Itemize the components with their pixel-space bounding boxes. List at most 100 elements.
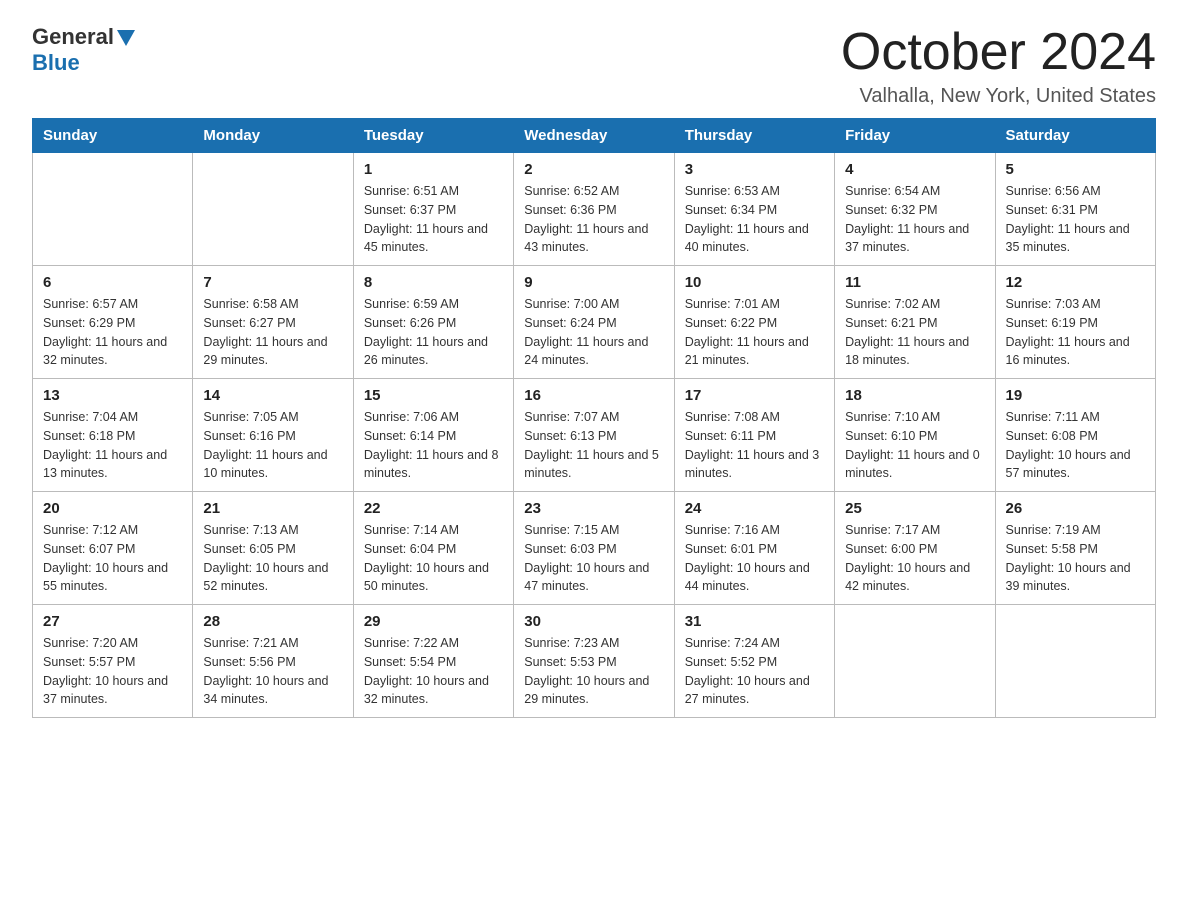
day-number: 31 bbox=[685, 613, 824, 630]
weekday-header-monday: Monday bbox=[193, 119, 353, 153]
weekday-header-friday: Friday bbox=[835, 119, 995, 153]
day-info: Sunrise: 6:58 AMSunset: 6:27 PMDaylight:… bbox=[203, 295, 342, 370]
day-info: Sunrise: 7:20 AMSunset: 5:57 PMDaylight:… bbox=[43, 634, 182, 709]
weekday-header-saturday: Saturday bbox=[995, 119, 1155, 153]
day-info: Sunrise: 7:21 AMSunset: 5:56 PMDaylight:… bbox=[203, 634, 342, 709]
calendar-cell: 8 Sunrise: 6:59 AMSunset: 6:26 PMDaylight… bbox=[353, 266, 513, 379]
logo-arrow-icon bbox=[117, 30, 135, 46]
day-info: Sunrise: 7:22 AMSunset: 5:54 PMDaylight:… bbox=[364, 634, 503, 709]
day-number: 20 bbox=[43, 500, 182, 517]
calendar-cell: 18 Sunrise: 7:10 AMSunset: 6:10 PMDayligh… bbox=[835, 379, 995, 492]
day-info: Sunrise: 7:14 AMSunset: 6:04 PMDaylight:… bbox=[364, 521, 503, 596]
page-subtitle: Valhalla, New York, United States bbox=[841, 85, 1156, 108]
day-info: Sunrise: 6:59 AMSunset: 6:26 PMDaylight:… bbox=[364, 295, 503, 370]
day-info: Sunrise: 7:10 AMSunset: 6:10 PMDaylight:… bbox=[845, 408, 984, 483]
day-info: Sunrise: 7:11 AMSunset: 6:08 PMDaylight:… bbox=[1006, 408, 1145, 483]
page-header: General Blue October 2024 Valhalla, New … bbox=[32, 24, 1156, 108]
day-number: 26 bbox=[1006, 500, 1145, 517]
day-number: 19 bbox=[1006, 387, 1145, 404]
logo-blue-text: Blue bbox=[32, 50, 80, 75]
day-number: 3 bbox=[685, 161, 824, 178]
day-info: Sunrise: 7:00 AMSunset: 6:24 PMDaylight:… bbox=[524, 295, 663, 370]
day-number: 14 bbox=[203, 387, 342, 404]
day-number: 25 bbox=[845, 500, 984, 517]
day-number: 4 bbox=[845, 161, 984, 178]
calendar-week-3: 13 Sunrise: 7:04 AMSunset: 6:18 PMDayligh… bbox=[33, 379, 1156, 492]
day-number: 5 bbox=[1006, 161, 1145, 178]
day-number: 10 bbox=[685, 274, 824, 291]
day-info: Sunrise: 7:05 AMSunset: 6:16 PMDaylight:… bbox=[203, 408, 342, 483]
day-info: Sunrise: 7:03 AMSunset: 6:19 PMDaylight:… bbox=[1006, 295, 1145, 370]
day-info: Sunrise: 7:13 AMSunset: 6:05 PMDaylight:… bbox=[203, 521, 342, 596]
day-number: 30 bbox=[524, 613, 663, 630]
weekday-header-thursday: Thursday bbox=[674, 119, 834, 153]
calendar-cell: 17 Sunrise: 7:08 AMSunset: 6:11 PMDayligh… bbox=[674, 379, 834, 492]
day-info: Sunrise: 6:52 AMSunset: 6:36 PMDaylight:… bbox=[524, 182, 663, 257]
day-info: Sunrise: 6:54 AMSunset: 6:32 PMDaylight:… bbox=[845, 182, 984, 257]
calendar-cell: 4 Sunrise: 6:54 AMSunset: 6:32 PMDaylight… bbox=[835, 153, 995, 266]
day-number: 13 bbox=[43, 387, 182, 404]
day-number: 16 bbox=[524, 387, 663, 404]
calendar-cell: 29Sunrise: 7:22 AMSunset: 5:54 PMDayligh… bbox=[353, 605, 513, 718]
day-info: Sunrise: 6:53 AMSunset: 6:34 PMDaylight:… bbox=[685, 182, 824, 257]
day-number: 18 bbox=[845, 387, 984, 404]
day-info: Sunrise: 7:12 AMSunset: 6:07 PMDaylight:… bbox=[43, 521, 182, 596]
calendar-cell: 2Sunrise: 6:52 AMSunset: 6:36 PMDaylight… bbox=[514, 153, 674, 266]
day-number: 12 bbox=[1006, 274, 1145, 291]
logo: General Blue bbox=[32, 24, 135, 76]
weekday-header-row: SundayMondayTuesdayWednesdayThursdayFrid… bbox=[33, 119, 1156, 153]
logo-general-text: General bbox=[32, 24, 114, 50]
day-info: Sunrise: 7:16 AMSunset: 6:01 PMDaylight:… bbox=[685, 521, 824, 596]
day-info: Sunrise: 7:23 AMSunset: 5:53 PMDaylight:… bbox=[524, 634, 663, 709]
calendar-cell: 22 Sunrise: 7:14 AMSunset: 6:04 PMDayligh… bbox=[353, 492, 513, 605]
calendar-cell: 16 Sunrise: 7:07 AMSunset: 6:13 PMDayligh… bbox=[514, 379, 674, 492]
day-info: Sunrise: 7:04 AMSunset: 6:18 PMDaylight:… bbox=[43, 408, 182, 483]
day-number: 1 bbox=[364, 161, 503, 178]
day-info: Sunrise: 7:06 AMSunset: 6:14 PMDaylight:… bbox=[364, 408, 503, 483]
day-info: Sunrise: 7:17 AMSunset: 6:00 PMDaylight:… bbox=[845, 521, 984, 596]
calendar-week-2: 6Sunrise: 6:57 AMSunset: 6:29 PMDaylight… bbox=[33, 266, 1156, 379]
weekday-header-wednesday: Wednesday bbox=[514, 119, 674, 153]
day-info: Sunrise: 7:08 AMSunset: 6:11 PMDaylight:… bbox=[685, 408, 824, 483]
day-number: 23 bbox=[524, 500, 663, 517]
calendar-cell: 9 Sunrise: 7:00 AMSunset: 6:24 PMDaylight… bbox=[514, 266, 674, 379]
calendar-cell: 13 Sunrise: 7:04 AMSunset: 6:18 PMDayligh… bbox=[33, 379, 193, 492]
day-number: 27 bbox=[43, 613, 182, 630]
calendar-table: SundayMondayTuesdayWednesdayThursdayFrid… bbox=[32, 118, 1156, 718]
day-number: 17 bbox=[685, 387, 824, 404]
day-number: 28 bbox=[203, 613, 342, 630]
day-info: Sunrise: 6:51 AMSunset: 6:37 PMDaylight:… bbox=[364, 182, 503, 257]
title-block: October 2024 Valhalla, New York, United … bbox=[841, 24, 1156, 108]
day-info: Sunrise: 7:07 AMSunset: 6:13 PMDaylight:… bbox=[524, 408, 663, 483]
day-number: 8 bbox=[364, 274, 503, 291]
calendar-cell: 31 Sunrise: 7:24 AMSunset: 5:52 PMDayligh… bbox=[674, 605, 834, 718]
calendar-cell: 23 Sunrise: 7:15 AMSunset: 6:03 PMDayligh… bbox=[514, 492, 674, 605]
day-number: 24 bbox=[685, 500, 824, 517]
day-info: Sunrise: 7:02 AMSunset: 6:21 PMDaylight:… bbox=[845, 295, 984, 370]
day-number: 21 bbox=[203, 500, 342, 517]
day-info: Sunrise: 7:19 AMSunset: 5:58 PMDaylight:… bbox=[1006, 521, 1145, 596]
calendar-cell: 27 Sunrise: 7:20 AMSunset: 5:57 PMDayligh… bbox=[33, 605, 193, 718]
day-info: Sunrise: 6:56 AMSunset: 6:31 PMDaylight:… bbox=[1006, 182, 1145, 257]
calendar-cell: 19 Sunrise: 7:11 AMSunset: 6:08 PMDayligh… bbox=[995, 379, 1155, 492]
calendar-cell: 28 Sunrise: 7:21 AMSunset: 5:56 PMDayligh… bbox=[193, 605, 353, 718]
calendar-week-5: 27 Sunrise: 7:20 AMSunset: 5:57 PMDayligh… bbox=[33, 605, 1156, 718]
weekday-header-sunday: Sunday bbox=[33, 119, 193, 153]
calendar-cell: 10 Sunrise: 7:01 AMSunset: 6:22 PMDayligh… bbox=[674, 266, 834, 379]
day-number: 9 bbox=[524, 274, 663, 291]
calendar-cell: 6Sunrise: 6:57 AMSunset: 6:29 PMDaylight… bbox=[33, 266, 193, 379]
day-info: Sunrise: 7:24 AMSunset: 5:52 PMDaylight:… bbox=[685, 634, 824, 709]
day-info: Sunrise: 7:01 AMSunset: 6:22 PMDaylight:… bbox=[685, 295, 824, 370]
calendar-cell: 1 Sunrise: 6:51 AMSunset: 6:37 PMDaylight… bbox=[353, 153, 513, 266]
day-number: 22 bbox=[364, 500, 503, 517]
calendar-cell: 3 Sunrise: 6:53 AMSunset: 6:34 PMDaylight… bbox=[674, 153, 834, 266]
day-info: Sunrise: 7:15 AMSunset: 6:03 PMDaylight:… bbox=[524, 521, 663, 596]
calendar-cell: 26 Sunrise: 7:19 AMSunset: 5:58 PMDayligh… bbox=[995, 492, 1155, 605]
calendar-cell bbox=[193, 153, 353, 266]
calendar-cell: 20 Sunrise: 7:12 AMSunset: 6:07 PMDayligh… bbox=[33, 492, 193, 605]
calendar-cell: 25 Sunrise: 7:17 AMSunset: 6:00 PMDayligh… bbox=[835, 492, 995, 605]
day-number: 11 bbox=[845, 274, 984, 291]
calendar-cell: 24 Sunrise: 7:16 AMSunset: 6:01 PMDayligh… bbox=[674, 492, 834, 605]
calendar-cell: 14 Sunrise: 7:05 AMSunset: 6:16 PMDayligh… bbox=[193, 379, 353, 492]
calendar-cell: 5 Sunrise: 6:56 AMSunset: 6:31 PMDaylight… bbox=[995, 153, 1155, 266]
